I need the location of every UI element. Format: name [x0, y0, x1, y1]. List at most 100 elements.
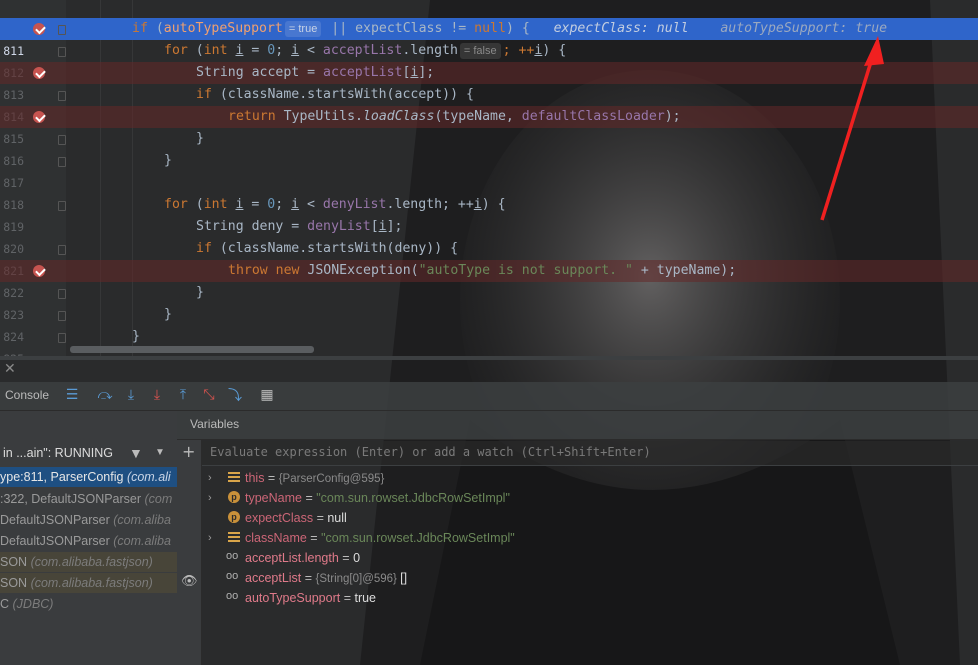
- parameter-icon: p: [228, 491, 240, 503]
- code-line[interactable]: 820 String deny = denyList[i];: [0, 216, 978, 256]
- variable-name: acceptList = {String[0]@596} []: [245, 571, 408, 585]
- fold-marker-icon[interactable]: [58, 157, 66, 167]
- horizontal-scrollbar[interactable]: [70, 346, 314, 353]
- code-line-current-execution[interactable]: 811 if (autoTypeSupport = true || expectC…: [0, 18, 978, 58]
- code-text: }: [196, 285, 204, 300]
- code-line-breakpoint[interactable]: 822 throw new JSONException("autoType is…: [0, 260, 978, 300]
- breakpoint-icon[interactable]: [33, 67, 45, 79]
- code-line-breakpoint[interactable]: 813 String accept = acceptList[i];: [0, 62, 978, 102]
- code-text: }: [164, 153, 172, 168]
- thread-selector[interactable]: in ...ain": RUNNING ▼ ▼: [0, 441, 177, 465]
- chevron-down-icon[interactable]: ▼: [155, 441, 165, 465]
- code-line[interactable]: 825 }: [0, 326, 978, 356]
- breakpoint-icon[interactable]: [33, 111, 45, 123]
- frames-panel: in ...ain": RUNNING ▼ ▼ ype:811, ParserC…: [0, 411, 178, 665]
- variable-name: this = {ParserConfig@595}: [245, 471, 385, 485]
- code-line[interactable]: 818: [0, 172, 978, 212]
- step-out-icon[interactable]: ⤒: [174, 386, 192, 404]
- fold-marker-icon[interactable]: [58, 201, 66, 211]
- watch-row[interactable]: oo acceptList.length = 0: [208, 548, 978, 568]
- code-text: }: [164, 307, 172, 322]
- code-text: throw new JSONException("autoType is not…: [228, 263, 737, 278]
- variable-row[interactable]: › p typeName = "com.sun.rowset.JdbcRowSe…: [208, 488, 978, 508]
- tab-console[interactable]: Console: [5, 388, 49, 402]
- stack-frame[interactable]: DefaultJSONParser (com.aliba: [0, 510, 177, 530]
- variable-name: expectClass = null: [245, 511, 347, 525]
- code-line-breakpoint[interactable]: 815 return TypeUtils.loadClass(typeName,…: [0, 106, 978, 146]
- fold-marker-icon[interactable]: [58, 135, 66, 145]
- variables-side-toolbar: + 👁: [177, 440, 202, 665]
- watch-row[interactable]: oo autoTypeSupport = true: [208, 588, 978, 608]
- inline-debug-value: expectClass: null: [553, 21, 689, 36]
- line-number: 825: [0, 348, 24, 356]
- field-icon: [228, 471, 240, 483]
- variables-header: Variables: [177, 411, 978, 440]
- code-line[interactable]: 824 }: [0, 304, 978, 344]
- code-text: if (className.startsWith(accept)) {: [196, 87, 474, 102]
- code-text: for (int i = 0; i < denyList.length; ++i…: [164, 197, 506, 212]
- code-editor[interactable]: 810 811 if (autoTypeSupport= true || exp…: [0, 0, 978, 356]
- variable-name: className = "com.sun.rowset.JdbcRowSetIm…: [245, 531, 515, 545]
- panel-divider[interactable]: [0, 356, 978, 360]
- code-text: }: [132, 329, 140, 344]
- fold-marker-icon[interactable]: [58, 245, 66, 255]
- code-text: for (int i = 0; i < acceptList.length = f…: [164, 43, 567, 59]
- code-text: String accept = acceptList[i];: [196, 65, 435, 80]
- code-line[interactable]: 812 for (int i = 0; i < acceptList.lengt…: [0, 40, 978, 80]
- code-text: }: [196, 131, 204, 146]
- drop-frame-icon[interactable]: ⤡: [200, 386, 218, 404]
- stack-frame[interactable]: SON (com.alibaba.fastjson): [0, 573, 177, 593]
- stack-frame[interactable]: DefaultJSONParser (com.aliba: [0, 531, 177, 551]
- fold-marker-icon[interactable]: [58, 311, 66, 321]
- step-into-icon[interactable]: ⤓: [122, 386, 140, 404]
- force-step-into-icon[interactable]: ⤓: [148, 386, 166, 404]
- evaluate-expression-icon[interactable]: ▦: [258, 386, 276, 404]
- fold-marker-icon[interactable]: [58, 25, 66, 35]
- watch-icon[interactable]: 👁: [181, 574, 198, 589]
- stack-frame[interactable]: ype:811, ParserConfig (com.ali: [0, 467, 177, 487]
- variable-name: autoTypeSupport = true: [245, 591, 377, 605]
- code-text: if (autoTypeSupport = true || expectClass…: [132, 21, 888, 37]
- fold-marker-icon[interactable]: [58, 289, 66, 299]
- debug-toolbar: Console ☰ ⤼ ⤓ ⤓ ⤒ ⤡ ⤵ ▦: [0, 382, 978, 411]
- fold-marker-icon[interactable]: [58, 47, 66, 57]
- code-line[interactable]: 810: [0, 0, 978, 36]
- variable-row[interactable]: › className = "com.sun.rowset.JdbcRowSet…: [208, 528, 978, 548]
- code-line[interactable]: 823 }: [0, 282, 978, 322]
- variable-name: typeName = "com.sun.rowset.JdbcRowSetImp…: [245, 491, 510, 505]
- inline-value-hint: = true: [284, 21, 322, 37]
- evaluate-placeholder: Evaluate expression (Enter) or add a wat…: [210, 445, 651, 459]
- step-over-icon[interactable]: ⤼: [96, 386, 114, 404]
- breakpoint-icon[interactable]: [33, 265, 45, 277]
- run-to-cursor-icon[interactable]: ⤵: [226, 386, 244, 404]
- thread-label: in ...ain": RUNNING: [3, 446, 114, 460]
- variable-row[interactable]: p expectClass = null: [208, 508, 978, 528]
- watch-icon: oo: [226, 590, 239, 602]
- fold-marker-icon[interactable]: [58, 91, 66, 101]
- code-line[interactable]: 817 }: [0, 150, 978, 190]
- code-line[interactable]: 819 for (int i = 0; i < denyList.length;…: [0, 194, 978, 234]
- inline-value-hint: = false: [459, 43, 501, 59]
- code-line[interactable]: 814 if (className.startsWith(accept)) {: [0, 84, 978, 124]
- stack-frame[interactable]: C (JDBC): [0, 594, 177, 614]
- add-icon[interactable]: +: [182, 442, 195, 461]
- variable-name: acceptList.length = 0: [245, 551, 361, 565]
- show-execution-point-icon[interactable]: ☰: [63, 386, 81, 404]
- expand-chevron-icon[interactable]: ›: [208, 468, 220, 488]
- watch-icon: oo: [226, 550, 239, 562]
- code-text: if (className.startsWith(deny)) {: [196, 241, 459, 256]
- breakpoint-icon[interactable]: [33, 23, 45, 35]
- code-line[interactable]: 816 }: [0, 128, 978, 168]
- code-text: String deny = denyList[i];: [196, 219, 403, 234]
- stack-frame[interactable]: :322, DefaultJSONParser (com: [0, 489, 177, 509]
- code-line[interactable]: 821 if (className.startsWith(deny)) {: [0, 238, 978, 278]
- expand-chevron-icon[interactable]: ›: [208, 528, 220, 548]
- expand-chevron-icon[interactable]: ›: [208, 488, 220, 508]
- filter-icon[interactable]: ▼: [129, 441, 143, 465]
- watch-row[interactable]: oo acceptList = {String[0]@596} []: [208, 568, 978, 588]
- close-icon[interactable]: ✕: [4, 360, 18, 380]
- variable-row[interactable]: › this = {ParserConfig@595}: [208, 468, 978, 488]
- evaluate-expression-input[interactable]: Evaluate expression (Enter) or add a wat…: [202, 441, 978, 466]
- stack-frame[interactable]: SON (com.alibaba.fastjson): [0, 552, 177, 572]
- fold-marker-icon[interactable]: [58, 333, 66, 343]
